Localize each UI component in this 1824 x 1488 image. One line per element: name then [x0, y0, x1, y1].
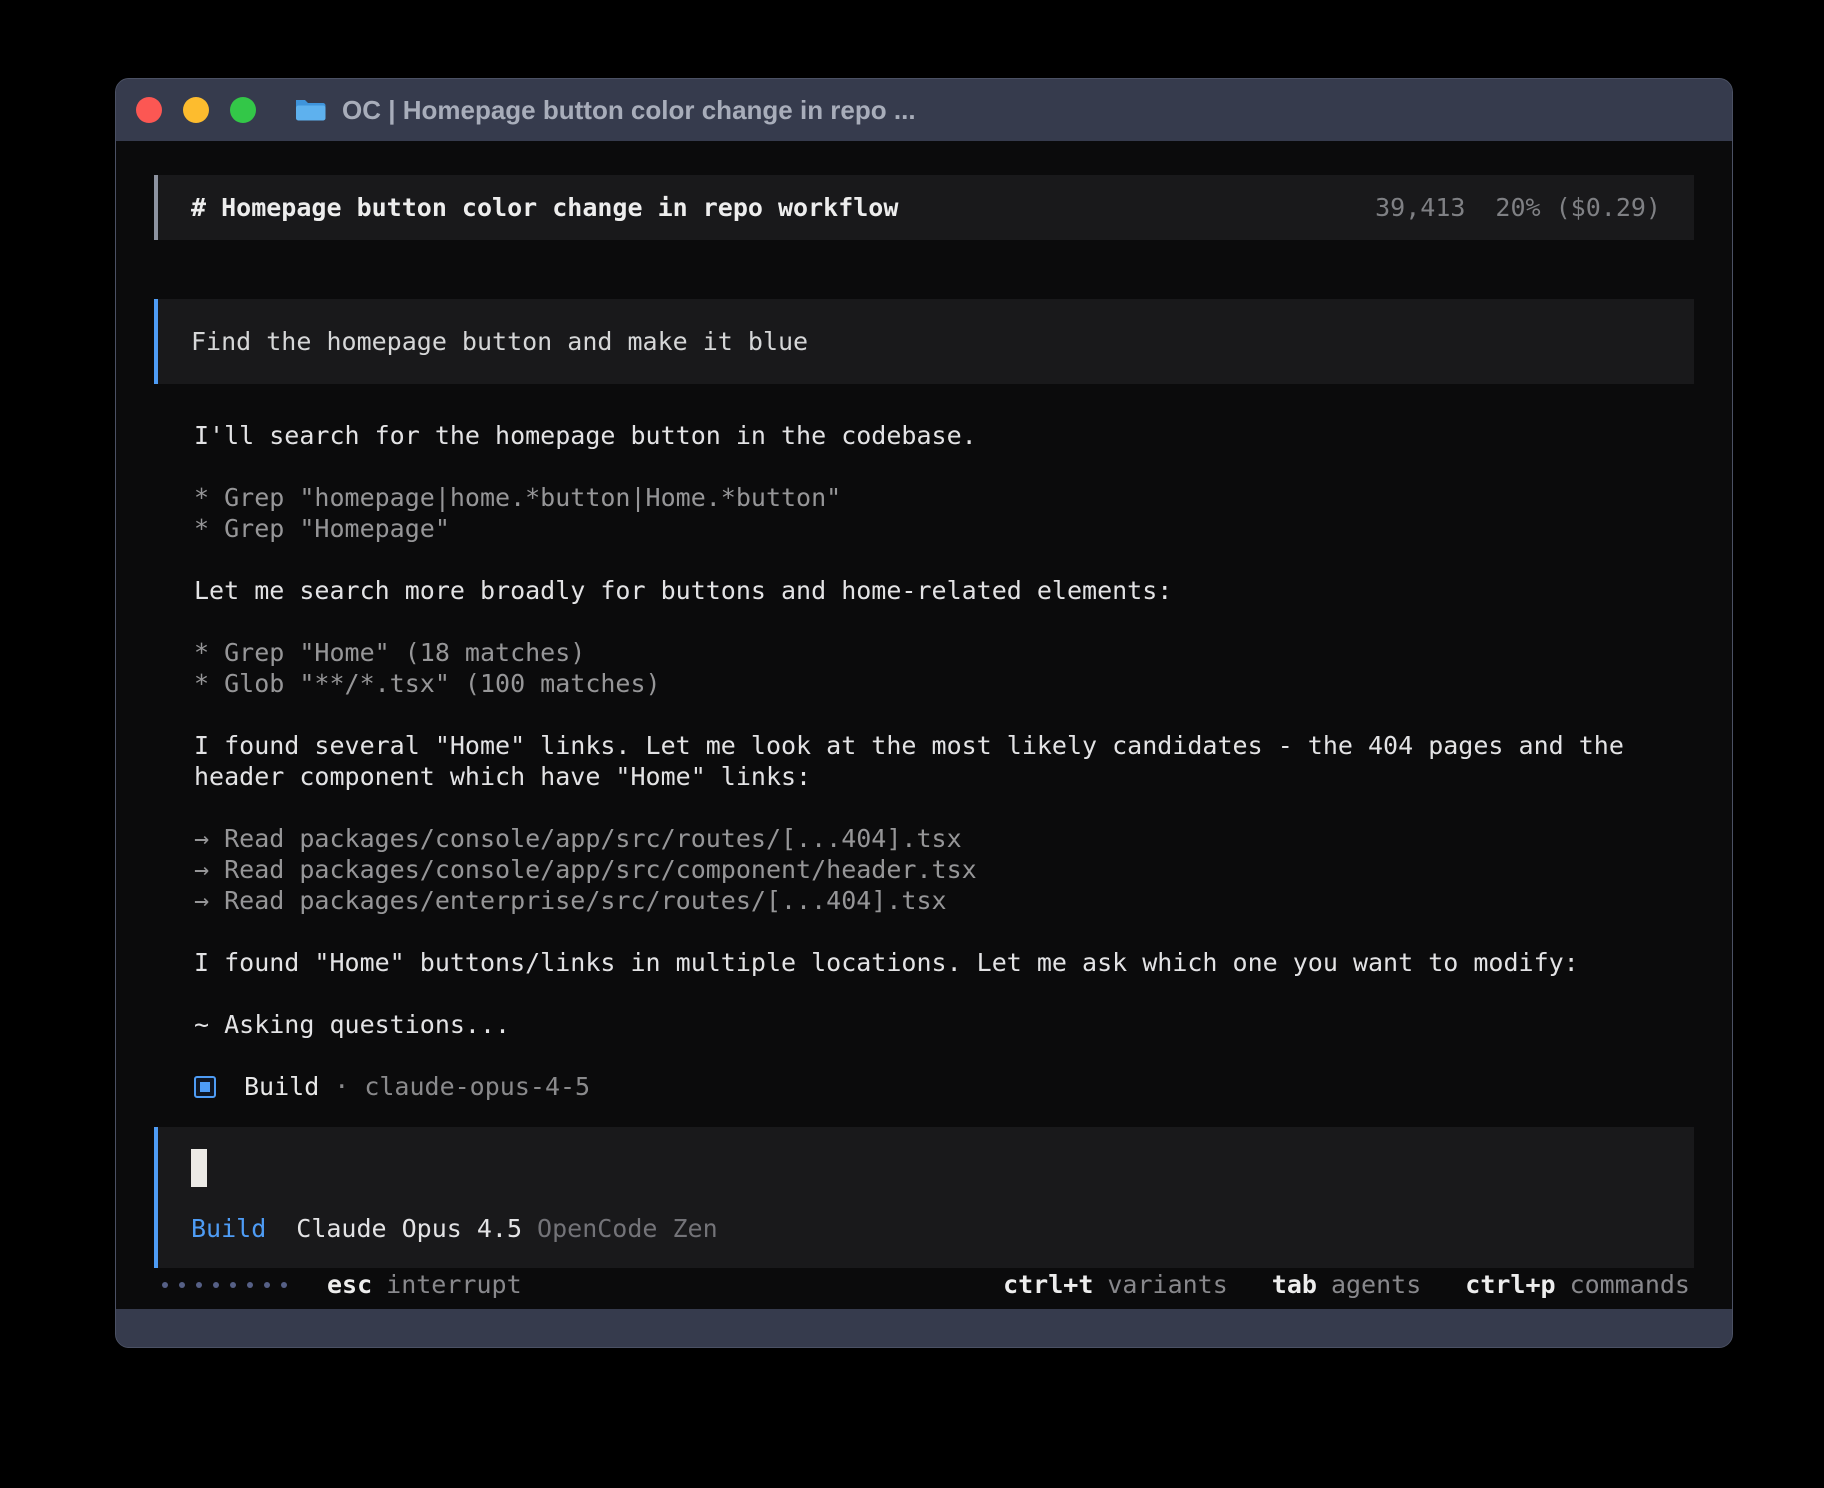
window-title-group: OC | Homepage button color change in rep… [294, 95, 916, 126]
assistant-status-text: ~ Asking questions... [194, 1009, 1654, 1040]
zoom-button[interactable] [230, 97, 256, 123]
traffic-lights [136, 97, 256, 123]
token-count: 39,413 [1375, 192, 1465, 223]
terminal-content: # Homepage button color change in repo w… [116, 141, 1732, 1309]
minimize-button[interactable] [183, 97, 209, 123]
agent-mode-label[interactable]: Build [191, 1213, 266, 1244]
tab-key: tab [1272, 1270, 1317, 1299]
agent-status-line: Build · claude-opus-4-5 [194, 1071, 1654, 1102]
hint-commands: ctrl+p commands [1465, 1270, 1690, 1299]
text-cursor [191, 1149, 207, 1187]
prompt-input[interactable]: Build Claude Opus 4.5 OpenCode Zen [154, 1127, 1694, 1268]
assistant-text: Let me search more broadly for buttons a… [194, 575, 1654, 606]
folder-icon [294, 97, 326, 123]
tool-call-grep: * Grep "Homepage" [194, 513, 1654, 544]
hint-interrupt: esc interrupt [327, 1270, 522, 1299]
close-button[interactable] [136, 97, 162, 123]
user-message-text: Find the homepage button and make it blu… [191, 327, 808, 356]
build-agent-icon [194, 1076, 216, 1098]
spinner-dots [162, 1282, 287, 1288]
tool-call-read: → Read packages/console/app/src/routes/[… [194, 823, 1654, 854]
agent-model: claude-opus-4-5 [364, 1072, 590, 1101]
ctrl-p-key: ctrl+p [1465, 1270, 1555, 1299]
session-stats: 39,413 20% ($0.29) [1375, 192, 1661, 223]
keyboard-hints: ctrl+t variants tab agents ctrl+p comman… [1003, 1270, 1690, 1299]
hint-variants: ctrl+t variants [1003, 1270, 1228, 1299]
agent-name: Build [244, 1072, 319, 1101]
window-bottom-edge [116, 1309, 1732, 1347]
session-title: # Homepage button color change in repo w… [191, 192, 898, 223]
desktop-background: OC | Homepage button color change in rep… [0, 0, 1824, 1488]
assistant-text: I found "Home" buttons/links in multiple… [194, 947, 1654, 978]
status-bar: esc interrupt ctrl+t variants tab agents… [154, 1268, 1694, 1301]
session-header: # Homepage button color change in repo w… [154, 175, 1694, 240]
ctrl-t-key: ctrl+t [1003, 1270, 1093, 1299]
window-title: OC | Homepage button color change in rep… [342, 95, 916, 126]
provider-label: OpenCode Zen [537, 1213, 718, 1244]
assistant-text: I found several "Home" links. Let me loo… [194, 730, 1654, 792]
agent-separator: · [334, 1072, 349, 1101]
tool-call-read: → Read packages/console/app/src/componen… [194, 854, 1654, 885]
window-titlebar[interactable]: OC | Homepage button color change in rep… [116, 79, 1732, 141]
model-label[interactable]: Claude Opus 4.5 [296, 1213, 522, 1244]
tool-call-grep: * Grep "Home" (18 matches) [194, 637, 1654, 668]
tool-call-glob: * Glob "**/*.tsx" (100 matches) [194, 668, 1654, 699]
conversation: I'll search for the homepage button in t… [154, 420, 1694, 1102]
hint-agents: tab agents [1272, 1270, 1421, 1299]
user-message: Find the homepage button and make it blu… [154, 299, 1694, 384]
esc-key: esc [327, 1270, 372, 1299]
context-cost: 20% ($0.29) [1495, 192, 1661, 223]
tool-call-grep: * Grep "homepage|home.*button|Home.*butt… [194, 482, 1654, 513]
terminal-window: OC | Homepage button color change in rep… [115, 78, 1733, 1348]
assistant-text: I'll search for the homepage button in t… [194, 420, 1654, 451]
input-mode-line: Build Claude Opus 4.5 OpenCode Zen [191, 1213, 1661, 1244]
tool-call-read: → Read packages/enterprise/src/routes/[.… [194, 885, 1654, 916]
